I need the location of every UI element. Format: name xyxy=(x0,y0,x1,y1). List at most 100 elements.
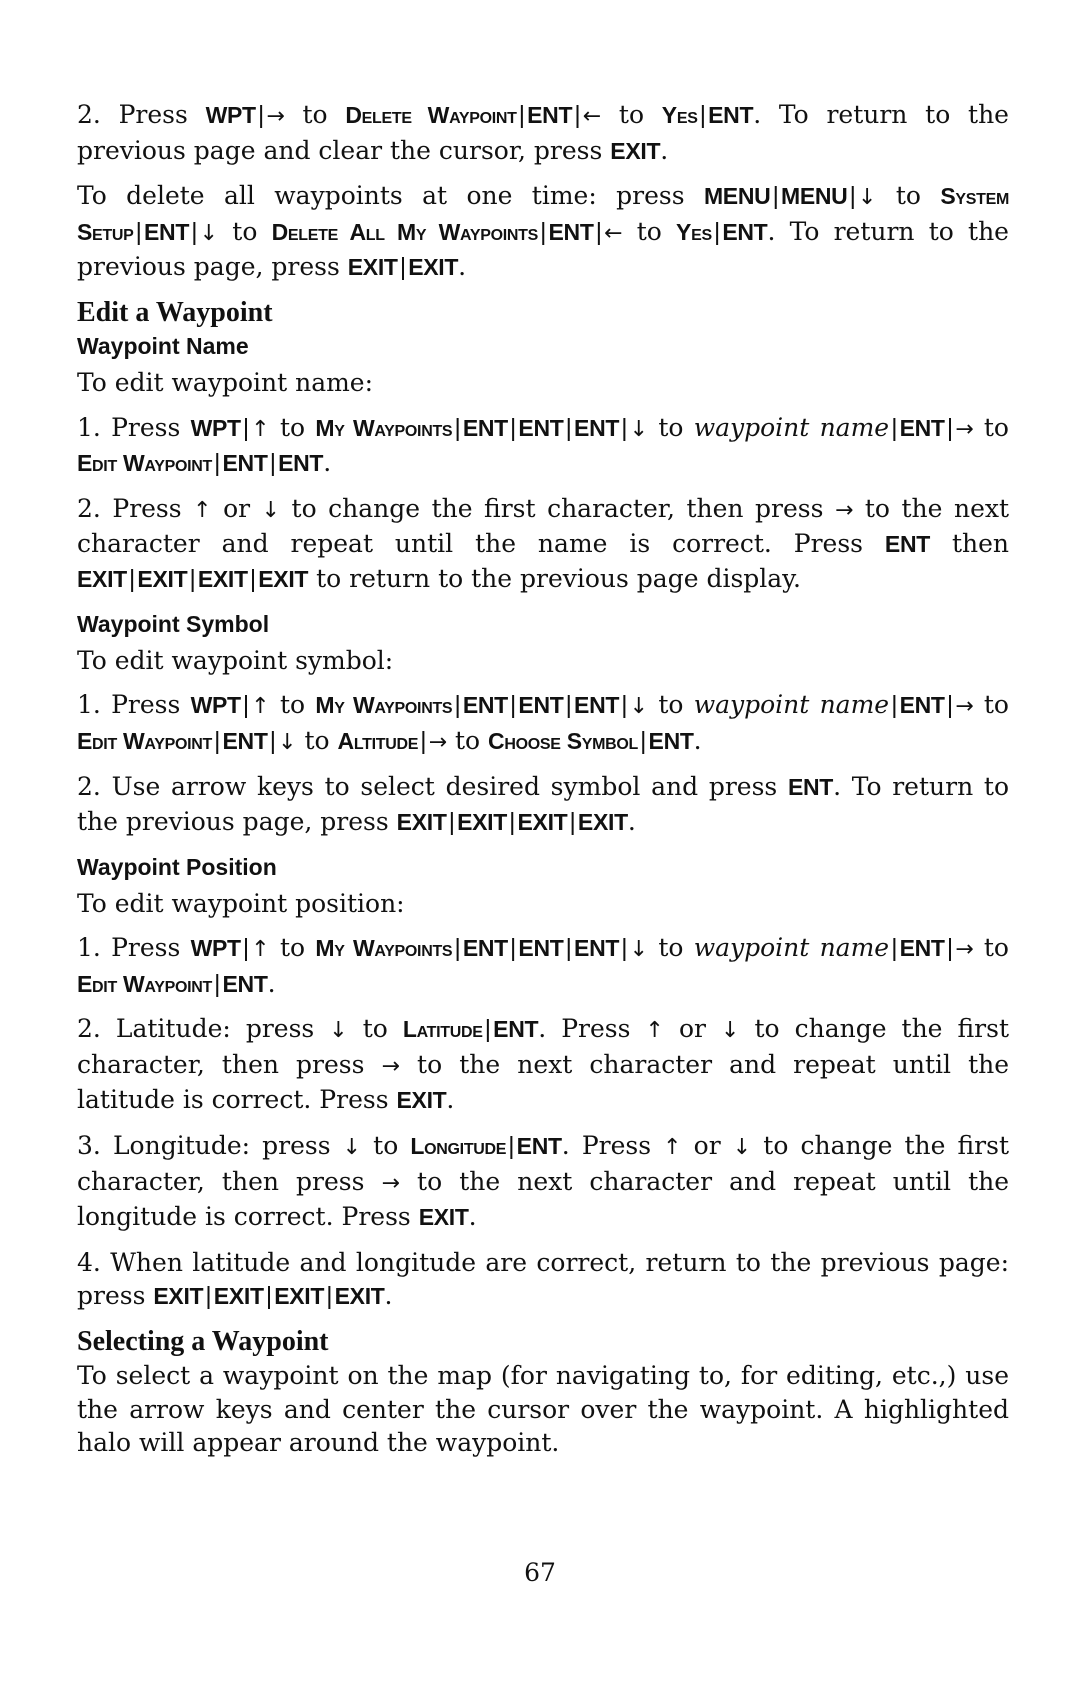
menu-item-label: Choose Symbol xyxy=(488,727,639,754)
key-label: ENT xyxy=(278,450,324,477)
separator: | xyxy=(326,1282,333,1311)
paragraph: 2. Press WPT|→ to Delete Waypoint|ENT|← … xyxy=(77,100,1009,165)
paragraph: 3. Longitude: press ↓ to Longitude|ENT. … xyxy=(77,1131,1010,1232)
separator: | xyxy=(420,726,427,755)
menu-item-label: My Waypoints xyxy=(315,414,453,441)
key-label: ENT xyxy=(574,935,620,962)
paragraph: 2. Use arrow keys to select desired symb… xyxy=(77,772,1009,836)
section-heading: Selecting a Waypoint xyxy=(77,1326,329,1358)
separator: | xyxy=(621,691,628,720)
separator: | xyxy=(565,691,573,720)
key-label: EXIT xyxy=(77,565,127,592)
separator: | xyxy=(946,413,954,442)
key-label: EXIT xyxy=(457,808,507,835)
separator: | xyxy=(454,413,461,442)
key-label: ENT xyxy=(548,218,594,245)
paragraph: To edit waypoint name: xyxy=(77,367,374,397)
separator: | xyxy=(509,934,517,963)
key-label: ENT xyxy=(462,935,508,962)
subsection-heading: Waypoint Symbol xyxy=(77,610,270,637)
right-arrow-icon: → xyxy=(266,104,285,129)
key-label: EXIT xyxy=(347,254,398,281)
right-arrow-icon: → xyxy=(381,1053,400,1079)
key-label: ENT xyxy=(527,102,573,128)
separator: | xyxy=(189,564,196,593)
paragraph: 1. Press WPT|↑ to My Waypoints|ENT|ENT|E… xyxy=(77,690,1009,755)
key-label: EXIT xyxy=(610,137,661,164)
manual-page-content: 2. Press WPT|→ to Delete Waypoint|ENT|← … xyxy=(77,98,1009,1471)
section-heading: Edit a Waypoint xyxy=(77,296,273,328)
key-label: ENT xyxy=(574,414,620,441)
menu-item-label: Altitude xyxy=(337,727,419,754)
right-arrow-icon: → xyxy=(381,1170,400,1196)
separator: | xyxy=(191,217,198,246)
separator: | xyxy=(621,413,628,442)
separator: | xyxy=(135,217,143,246)
paragraph: 4. When latitude and longitude are corre… xyxy=(77,1247,1009,1311)
separator: | xyxy=(213,726,221,755)
paragraph: To edit waypoint position: xyxy=(77,888,405,918)
key-label: WPT xyxy=(205,102,257,128)
key-label: EXIT xyxy=(334,1283,385,1310)
separator: | xyxy=(448,807,456,836)
separator: | xyxy=(242,934,250,963)
separator: | xyxy=(509,413,517,442)
left-arrow-icon: ← xyxy=(604,220,623,246)
menu-item-label: Edit Waypoint xyxy=(77,450,212,477)
key-label: ENT xyxy=(708,102,754,128)
down-arrow-icon: ↓ xyxy=(342,1135,362,1161)
placeholder-term: waypoint name xyxy=(693,933,890,963)
down-arrow-icon: ↓ xyxy=(732,1135,752,1161)
key-label: EXIT xyxy=(396,1087,447,1114)
menu-item-label: Delete All My Waypoints xyxy=(271,218,539,245)
key-label: WPT xyxy=(190,414,242,441)
separator: | xyxy=(269,449,277,478)
key-label: ENT xyxy=(899,692,945,719)
separator: | xyxy=(518,101,526,129)
menu-item-label: Edit Waypoint xyxy=(77,727,212,754)
paragraph: 2. Press ↑ or ↓ to change the first char… xyxy=(77,493,1010,593)
up-arrow-icon: ↑ xyxy=(193,497,212,523)
separator: | xyxy=(891,691,898,720)
separator: | xyxy=(621,934,628,963)
up-arrow-icon: ↑ xyxy=(663,1135,682,1161)
key-label: ENT xyxy=(899,935,945,962)
key-label: ENT xyxy=(222,970,268,997)
separator: | xyxy=(946,691,954,720)
key-label: ENT xyxy=(884,531,931,558)
key-label: EXIT xyxy=(137,565,188,592)
separator: | xyxy=(891,934,898,963)
key-label: ENT xyxy=(462,414,508,441)
separator: | xyxy=(128,564,136,593)
separator: | xyxy=(249,564,257,593)
menu-item-label: My Waypoints xyxy=(315,935,453,962)
right-arrow-icon: → xyxy=(955,416,974,442)
right-arrow-icon: → xyxy=(428,729,448,755)
separator: | xyxy=(595,217,603,246)
up-arrow-icon: ↑ xyxy=(251,694,270,720)
subsection-heading: Waypoint Position xyxy=(77,853,277,880)
key-label: ENT xyxy=(722,218,768,245)
menu-item-label: My Waypoints xyxy=(315,692,453,719)
placeholder-term: waypoint name xyxy=(693,412,890,442)
separator: | xyxy=(508,1132,515,1161)
key-label: ENT xyxy=(516,1133,562,1160)
separator: | xyxy=(713,217,721,246)
key-label: EXIT xyxy=(396,808,447,835)
key-label: EXIT xyxy=(418,1204,469,1231)
up-arrow-icon: ↑ xyxy=(251,416,270,442)
key-label: EXIT xyxy=(517,808,568,835)
menu-item-label: Delete Waypoint xyxy=(345,102,517,128)
separator: | xyxy=(565,934,573,963)
separator: | xyxy=(509,691,517,720)
paragraph: 1. Press WPT|↑ to My Waypoints|ENT|ENT|E… xyxy=(77,933,1009,998)
key-label: EXIT xyxy=(577,808,628,835)
subsection-heading: Waypoint Name xyxy=(77,332,249,359)
separator: | xyxy=(699,101,707,129)
down-arrow-icon: ↓ xyxy=(278,729,297,755)
right-arrow-icon: → xyxy=(955,937,974,963)
separator: | xyxy=(265,1282,273,1311)
left-arrow-icon: ← xyxy=(582,104,602,129)
down-arrow-icon: ↓ xyxy=(629,937,649,963)
separator: | xyxy=(509,807,516,836)
